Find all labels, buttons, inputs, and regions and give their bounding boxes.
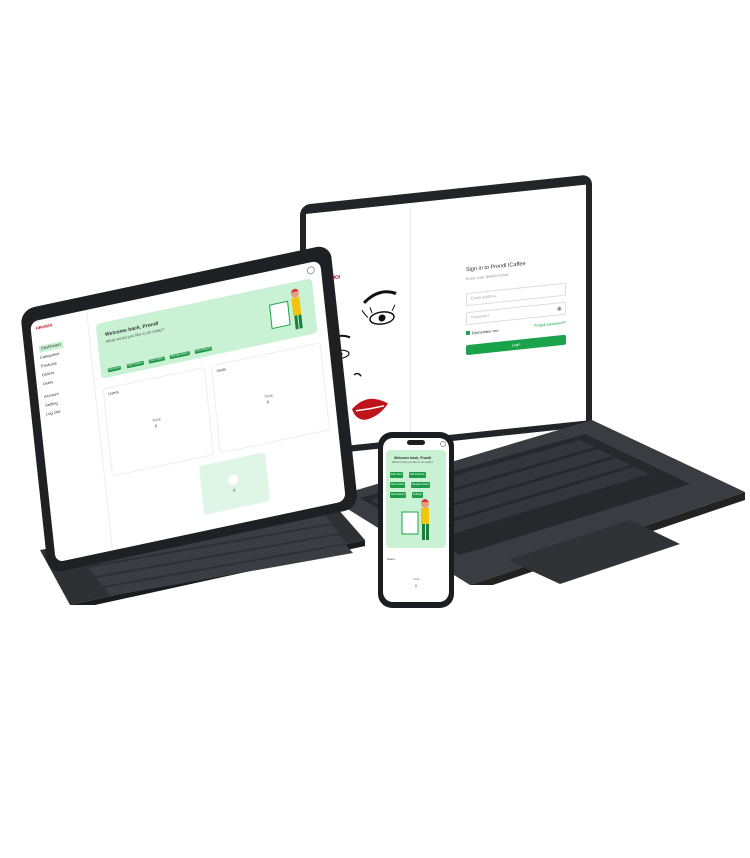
remember-label: Remember me: [472, 328, 499, 336]
phone-welcome-sub: What would you like to do today?: [392, 460, 434, 464]
bottom-card-value: 0: [232, 487, 236, 493]
users-card: Users Total 0: [102, 366, 215, 477]
visits-card: Visits Total 0: [210, 342, 331, 454]
sidebar-item-dashboard[interactable]: Dashboard: [38, 341, 64, 353]
phone-avatar[interactable]: [440, 441, 446, 447]
visits-card-title: Visits: [216, 366, 227, 374]
phone-quick-actions: Add Users Add Products View Orders Manag…: [389, 468, 443, 498]
laptop-screen: HRUMOI Sign in to Prondl ICaffee Enter y…: [306, 184, 586, 451]
phone-chip-add-products[interactable]: Add Products: [408, 471, 426, 478]
sidebar-item-categories[interactable]: Categories: [40, 351, 60, 361]
phone-notch: [407, 440, 425, 445]
phone-chip-add-users[interactable]: Add Users: [389, 471, 404, 478]
eye-icon[interactable]: ◉: [557, 305, 562, 313]
sidebar-item-setting[interactable]: Setting: [45, 400, 58, 408]
login-button[interactable]: Login: [466, 335, 566, 356]
person-illustration-icon: [269, 288, 303, 330]
chip-add-users[interactable]: Add Users: [107, 365, 122, 373]
remember-checkbox[interactable]: Remember me: [466, 328, 498, 337]
phone-section-label: Total: [413, 577, 420, 581]
sidebar-item-products[interactable]: Products: [41, 360, 57, 369]
chip-view-orders[interactable]: View Orders: [148, 355, 165, 364]
phone-chip-view-orders[interactable]: View Orders: [389, 481, 406, 488]
bottom-card-icon: [227, 473, 239, 486]
sidebar-item-account[interactable]: Account: [44, 391, 59, 400]
phone-section-title: Users: [387, 557, 395, 561]
users-card-value: 0: [154, 423, 158, 429]
users-card-title: Users: [108, 389, 120, 397]
chip-view-reports[interactable]: View Reports: [194, 345, 212, 354]
phone-welcome-banner: Welcome back, Prondl What would you like…: [386, 450, 446, 548]
sidebar-item-users[interactable]: Users: [43, 379, 54, 387]
tablet-logo: HRUMOI: [35, 322, 53, 331]
chip-add-products[interactable]: Add Products: [126, 360, 144, 368]
bottom-card: 0: [198, 452, 271, 515]
phone-screen: Welcome back, Prondl What would you like…: [383, 438, 449, 602]
signin-form: Sign in to Prondl ICaffee Enter your det…: [466, 257, 566, 356]
sidebar-item-logout[interactable]: Log Out: [46, 409, 61, 418]
sidebar-item-orders[interactable]: Orders: [42, 370, 55, 378]
avatar[interactable]: [306, 265, 316, 276]
forgot-link[interactable]: Forgot password?: [534, 320, 566, 329]
visits-card-value: 0: [266, 399, 270, 405]
password-placeholder: Password: [471, 313, 489, 321]
phone-section-value: 0: [415, 584, 417, 588]
chip-manage-orders[interactable]: Manage Orders: [169, 350, 190, 359]
phone-person-illustration-icon: [401, 499, 429, 540]
email-placeholder: Email address: [471, 293, 497, 302]
phone-chip-manage-orders[interactable]: Manage Orders: [410, 481, 431, 488]
